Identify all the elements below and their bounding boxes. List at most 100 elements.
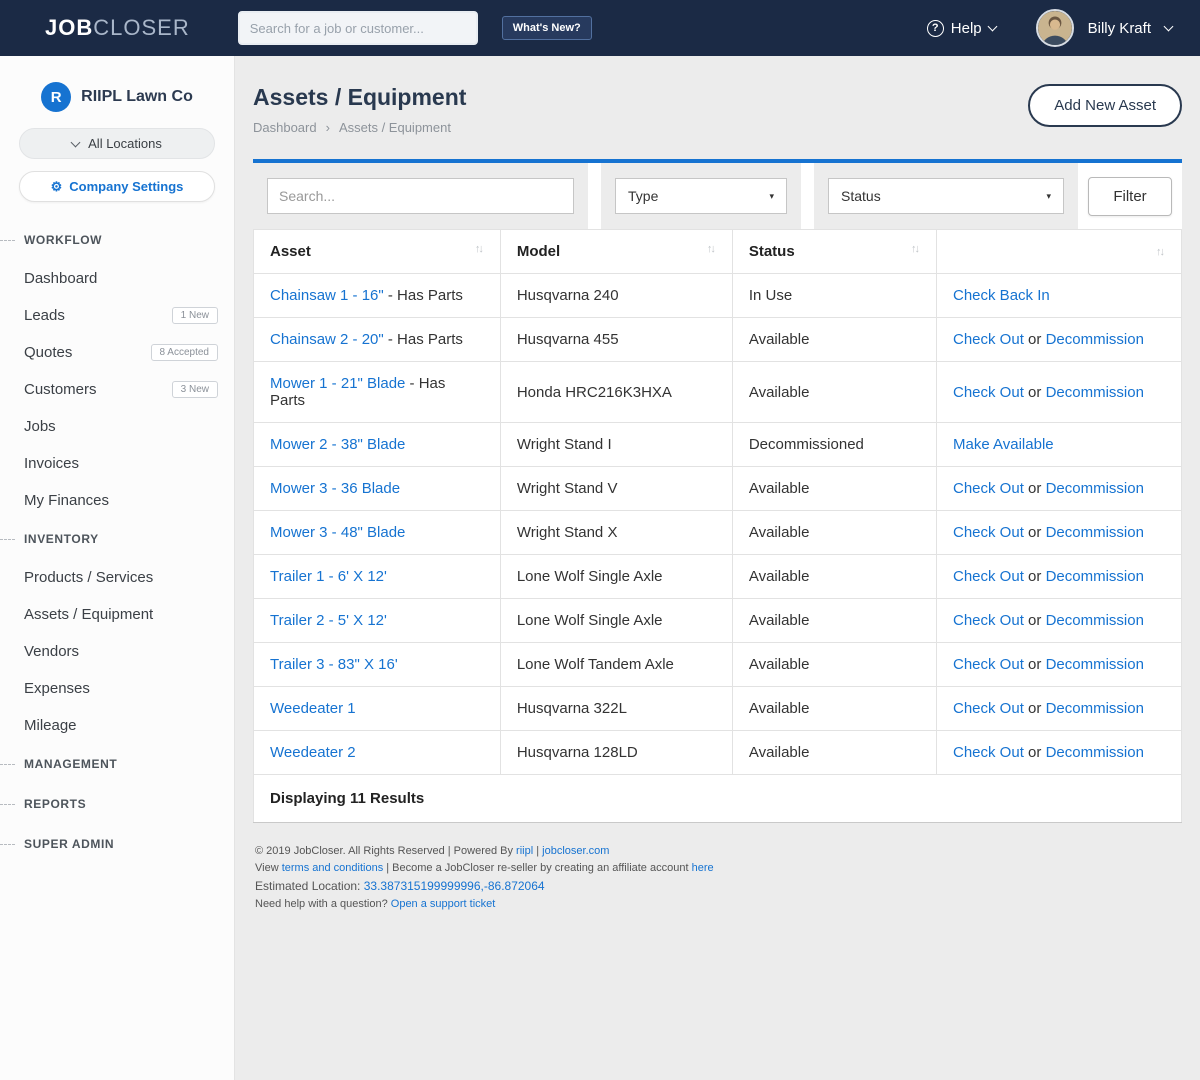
sidebar-item-label: Jobs bbox=[24, 418, 56, 435]
asset-cell: Mower 1 - 21" Blade - Has Parts bbox=[254, 362, 501, 423]
sidebar-item-jobs[interactable]: Jobs bbox=[0, 408, 234, 445]
global-search-input[interactable] bbox=[238, 11, 478, 45]
sidebar-item-products-services[interactable]: Products / Services bbox=[0, 559, 234, 596]
breadcrumb-dashboard[interactable]: Dashboard bbox=[253, 120, 317, 135]
action-link-primary[interactable]: Make Available bbox=[953, 436, 1054, 453]
action-link-secondary[interactable]: Decommission bbox=[1046, 384, 1144, 401]
action-link-secondary[interactable]: Decommission bbox=[1046, 612, 1144, 629]
table-search-input[interactable] bbox=[267, 178, 574, 214]
company-settings-button[interactable]: ⚙ Company Settings bbox=[19, 171, 215, 202]
add-new-asset-button[interactable]: Add New Asset bbox=[1028, 84, 1182, 127]
asset-link[interactable]: Chainsaw 2 - 20" bbox=[270, 331, 384, 348]
help-menu[interactable]: ? Help bbox=[927, 20, 996, 37]
filter-button[interactable]: Filter bbox=[1088, 177, 1171, 216]
asset-link[interactable]: Mower 3 - 36 Blade bbox=[270, 480, 400, 497]
sort-icon[interactable]: ↑↓ bbox=[1156, 246, 1165, 258]
action-link-primary[interactable]: Check Out bbox=[953, 524, 1024, 541]
actions-cell: Check Out or Decommission bbox=[937, 467, 1182, 511]
sidebar-section-management[interactable]: MANAGEMENT bbox=[0, 744, 234, 784]
user-name[interactable]: Billy Kraft bbox=[1088, 20, 1151, 37]
app-logo[interactable]: JOBCLOSER bbox=[45, 15, 190, 41]
sidebar-item-invoices[interactable]: Invoices bbox=[0, 445, 234, 482]
company-header: R RIIPL Lawn Co bbox=[0, 56, 234, 128]
action-link-secondary[interactable]: Decommission bbox=[1046, 568, 1144, 585]
sidebar-item-quotes[interactable]: Quotes8 Accepted bbox=[0, 334, 234, 371]
status-select[interactable]: Status▾ bbox=[828, 178, 1064, 214]
chevron-down-icon[interactable] bbox=[1164, 21, 1174, 31]
column-header-model[interactable]: Model↑↓ bbox=[500, 230, 732, 274]
action-link-secondary[interactable]: Decommission bbox=[1046, 700, 1144, 717]
action-link-primary[interactable]: Check Out bbox=[953, 612, 1024, 629]
user-avatar[interactable] bbox=[1036, 9, 1074, 47]
action-link-primary[interactable]: Check Back In bbox=[953, 287, 1050, 304]
sidebar-item-my-finances[interactable]: My Finances bbox=[0, 482, 234, 519]
whats-new-button[interactable]: What's New? bbox=[502, 16, 592, 40]
footer-line-terms: View terms and conditions | Become a Job… bbox=[255, 860, 1180, 877]
action-link-secondary[interactable]: Decommission bbox=[1046, 331, 1144, 348]
type-select[interactable]: Type▾ bbox=[615, 178, 787, 214]
action-link-primary[interactable]: Check Out bbox=[953, 700, 1024, 717]
breadcrumb: Dashboard›Assets / Equipment bbox=[253, 120, 466, 135]
asset-link[interactable]: Mower 3 - 48" Blade bbox=[270, 524, 405, 541]
asset-link[interactable]: Weedeater 1 bbox=[270, 700, 356, 717]
asset-link[interactable]: Mower 1 - 21" Blade bbox=[270, 375, 405, 392]
gear-icon: ⚙ bbox=[51, 179, 63, 195]
action-link-primary[interactable]: Check Out bbox=[953, 331, 1024, 348]
action-link-primary[interactable]: Check Out bbox=[953, 568, 1024, 585]
sidebar-section-reports[interactable]: REPORTS bbox=[0, 784, 234, 824]
sidebar-item-expenses[interactable]: Expenses bbox=[0, 670, 234, 707]
sidebar-section-super-admin[interactable]: SUPER ADMIN bbox=[0, 824, 234, 864]
type-select-value: Type bbox=[628, 188, 658, 204]
action-link-secondary[interactable]: Decommission bbox=[1046, 656, 1144, 673]
column-header-asset[interactable]: Asset↑↓ bbox=[254, 230, 501, 274]
asset-link[interactable]: Trailer 3 - 83" X 16' bbox=[270, 656, 398, 673]
sidebar-item-leads[interactable]: Leads1 New bbox=[0, 297, 234, 334]
action-separator: or bbox=[1028, 612, 1041, 629]
affiliate-here-link[interactable]: here bbox=[692, 862, 714, 874]
action-link-primary[interactable]: Check Out bbox=[953, 480, 1024, 497]
action-separator: or bbox=[1028, 331, 1041, 348]
sidebar-item-customers[interactable]: Customers3 New bbox=[0, 371, 234, 408]
support-ticket-link[interactable]: Open a support ticket bbox=[391, 898, 496, 910]
asset-link[interactable]: Chainsaw 1 - 16" bbox=[270, 287, 384, 304]
sidebar-item-dashboard[interactable]: Dashboard bbox=[0, 260, 234, 297]
status-cell: Available bbox=[732, 731, 936, 775]
action-link-secondary[interactable]: Decommission bbox=[1046, 744, 1144, 761]
sidebar-item-vendors[interactable]: Vendors bbox=[0, 633, 234, 670]
action-link-primary[interactable]: Check Out bbox=[953, 384, 1024, 401]
sort-icon[interactable]: ↑↓ bbox=[911, 243, 920, 255]
assets-table-card: Asset↑↓ Model↑↓ Status↑↓ ↑↓ Chainsaw 1 -… bbox=[253, 229, 1182, 823]
status-cell: Available bbox=[732, 318, 936, 362]
asset-cell: Trailer 2 - 5' X 12' bbox=[254, 599, 501, 643]
filter-gap bbox=[588, 163, 601, 229]
terms-link[interactable]: terms and conditions bbox=[282, 862, 384, 874]
filter-type-block: Type▾ bbox=[601, 163, 801, 229]
riipl-link[interactable]: riipl bbox=[516, 845, 533, 857]
table-row: Chainsaw 2 - 20" - Has Parts Husqvarna 4… bbox=[254, 318, 1182, 362]
sort-icon[interactable]: ↑↓ bbox=[475, 243, 484, 255]
sort-icon[interactable]: ↑↓ bbox=[707, 243, 716, 255]
action-link-primary[interactable]: Check Out bbox=[953, 744, 1024, 761]
column-header-actions[interactable]: ↑↓ bbox=[937, 230, 1182, 274]
asset-suffix: - Has Parts bbox=[384, 331, 463, 348]
footer-line-copyright: © 2019 JobCloser. All Rights Reserved | … bbox=[255, 843, 1180, 860]
assets-table: Asset↑↓ Model↑↓ Status↑↓ ↑↓ Chainsaw 1 -… bbox=[253, 229, 1182, 823]
terms-pre-text: View bbox=[255, 862, 282, 874]
locations-dropdown[interactable]: All Locations bbox=[19, 128, 215, 159]
site-footer: © 2019 JobCloser. All Rights Reserved | … bbox=[253, 823, 1182, 913]
breadcrumb-separator: › bbox=[326, 120, 330, 135]
action-link-secondary[interactable]: Decommission bbox=[1046, 480, 1144, 497]
sidebar-item-mileage[interactable]: Mileage bbox=[0, 707, 234, 744]
asset-cell: Trailer 1 - 6' X 12' bbox=[254, 555, 501, 599]
location-link[interactable]: 33.387315199999996,-86.872064 bbox=[364, 879, 545, 893]
action-link-primary[interactable]: Check Out bbox=[953, 656, 1024, 673]
help-icon: ? bbox=[927, 20, 944, 37]
jobcloser-link[interactable]: jobcloser.com bbox=[542, 845, 609, 857]
asset-link[interactable]: Mower 2 - 38" Blade bbox=[270, 436, 405, 453]
asset-link[interactable]: Trailer 1 - 6' X 12' bbox=[270, 568, 387, 585]
asset-link[interactable]: Weedeater 2 bbox=[270, 744, 356, 761]
column-header-status[interactable]: Status↑↓ bbox=[732, 230, 936, 274]
action-link-secondary[interactable]: Decommission bbox=[1046, 524, 1144, 541]
sidebar-item-assets-equipment[interactable]: Assets / Equipment bbox=[0, 596, 234, 633]
asset-link[interactable]: Trailer 2 - 5' X 12' bbox=[270, 612, 387, 629]
